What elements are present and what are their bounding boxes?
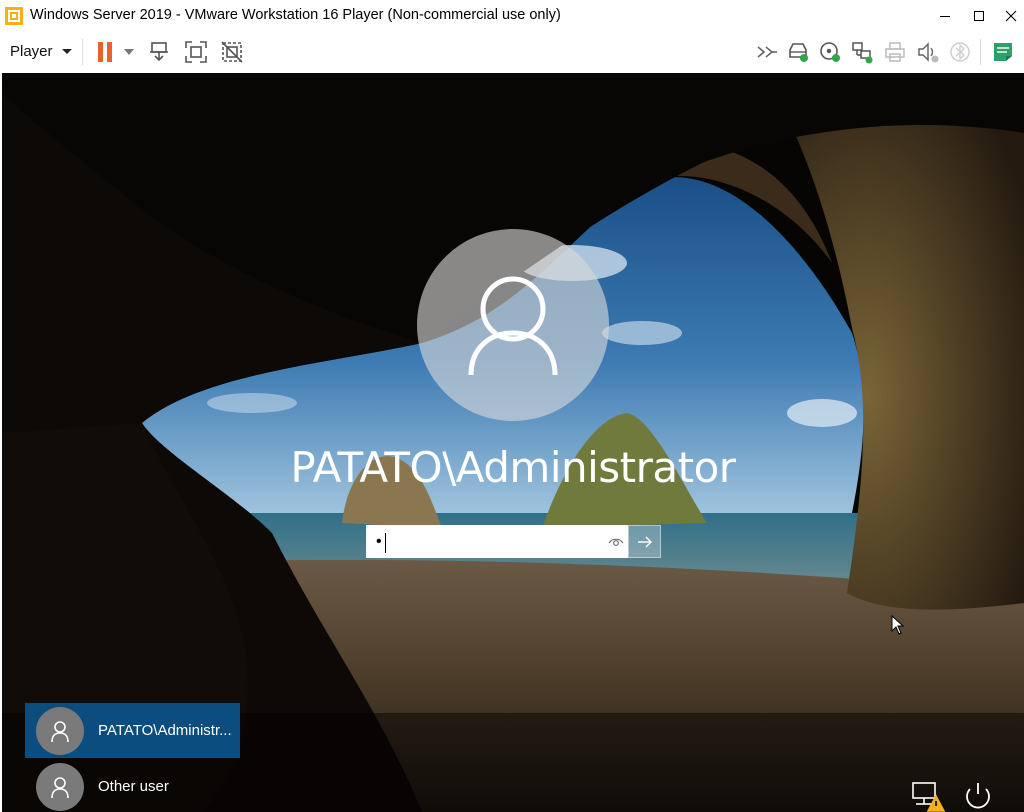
bluetooth-icon [950, 42, 970, 62]
user-icon [51, 720, 69, 742]
more-devices-button[interactable] [754, 39, 780, 65]
user-avatar [417, 229, 609, 421]
window-titlebar: Windows Server 2019 - VMware Workstation… [0, 0, 1024, 31]
arrow-right-icon [637, 536, 652, 547]
printer-icon [885, 42, 905, 62]
send-ctrl-alt-del-button[interactable] [147, 39, 173, 65]
player-toolbar: Player [0, 31, 1024, 73]
maximize-button[interactable] [962, 0, 996, 31]
reveal-password-icon[interactable] [608, 535, 624, 549]
sound-card-button[interactable] [915, 39, 941, 65]
vm-screen[interactable]: PATATO\Administrator • PATATO\Administr.… [2, 73, 1024, 812]
user-tile-label: PATATO\Administr... [98, 722, 232, 739]
minimize-button[interactable] [928, 0, 962, 31]
user-tile-label: Other user [98, 778, 169, 795]
network-adapter-button[interactable] [849, 39, 875, 65]
user-tile-other-user[interactable]: Other user [25, 759, 240, 812]
pause-dropdown-button[interactable] [119, 39, 139, 65]
printer-button[interactable] [882, 39, 908, 65]
player-menu-label: Player [10, 42, 53, 60]
send-ctrl-alt-del-icon [150, 42, 168, 62]
user-tile-administrator[interactable]: PATATO\Administr... [25, 703, 240, 758]
submit-password-button[interactable] [628, 525, 661, 558]
user-icon [468, 276, 558, 376]
toolbar-divider [980, 39, 981, 65]
unity-icon [221, 41, 243, 63]
login-username: PATATO\Administrator [290, 443, 736, 492]
chevron-down-icon [124, 49, 134, 55]
message-log-button[interactable] [990, 39, 1016, 65]
more-devices-icon [757, 46, 777, 58]
password-input[interactable]: • [366, 525, 628, 558]
chevron-down-icon [61, 48, 72, 54]
network-adapter-icon [852, 42, 873, 64]
hard-disk-button[interactable] [785, 39, 811, 65]
bluetooth-button[interactable] [947, 39, 973, 65]
maximize-icon [974, 10, 984, 21]
hard-disk-icon [789, 43, 808, 62]
close-button[interactable] [994, 0, 1024, 31]
full-screen-button[interactable] [183, 39, 209, 65]
power-icon[interactable] [960, 780, 996, 812]
user-icon [51, 776, 69, 798]
user-avatar-small [36, 762, 84, 811]
toolbar-divider [82, 39, 83, 65]
cd-dvd-icon [820, 42, 840, 62]
pause-button[interactable] [92, 39, 118, 65]
password-value: • [376, 533, 382, 550]
pause-icon [98, 42, 112, 62]
mouse-pointer-icon [891, 615, 905, 635]
window-title: Windows Server 2019 - VMware Workstation… [30, 7, 561, 23]
message-log-icon [994, 43, 1012, 61]
unity-button[interactable] [219, 39, 245, 65]
user-avatar-small [36, 706, 84, 755]
vmware-app-icon [5, 7, 23, 25]
sound-card-icon [918, 42, 939, 63]
full-screen-icon [185, 41, 207, 63]
text-cursor [385, 533, 386, 553]
cd-dvd-button[interactable] [817, 39, 843, 65]
player-menu-button[interactable]: Player [6, 39, 76, 63]
minimize-icon [940, 15, 950, 17]
network-icon[interactable] [910, 780, 946, 812]
close-icon [1005, 10, 1017, 21]
